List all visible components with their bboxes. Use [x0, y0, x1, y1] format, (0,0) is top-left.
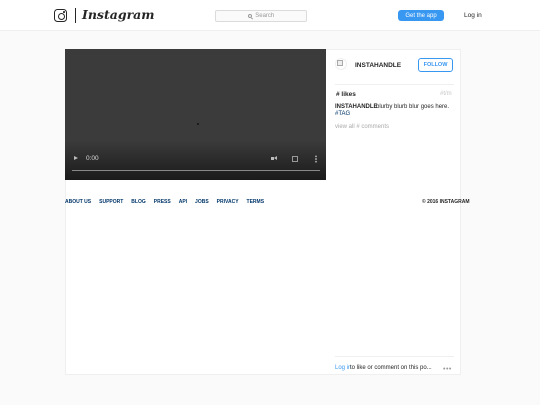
- likes-count[interactable]: # likes: [336, 90, 356, 99]
- play-icon[interactable]: [74, 156, 78, 160]
- login-to-comment-link[interactable]: Log in: [335, 364, 351, 373]
- footer-link-press[interactable]: PRESS: [154, 199, 171, 206]
- footer-nav: ABOUT US SUPPORT BLOG PRESS API JOBS PRI…: [65, 199, 264, 206]
- login-to-comment-text: to like or comment on this po...: [350, 365, 432, 371]
- login-link[interactable]: Log in: [464, 11, 482, 20]
- loading-spinner-icon: [197, 123, 199, 125]
- instagram-wordmark[interactable]: Instagram: [82, 7, 155, 23]
- volume-icon[interactable]: [271, 156, 277, 160]
- fullscreen-icon[interactable]: [292, 156, 298, 162]
- instagram-camera-icon[interactable]: [54, 9, 67, 22]
- footer-link-jobs[interactable]: JOBS: [195, 199, 209, 206]
- more-options-icon[interactable]: •••: [443, 366, 452, 373]
- follow-button[interactable]: FOLLOW: [418, 58, 453, 72]
- footer-link-terms[interactable]: TERMS: [247, 199, 265, 206]
- view-all-comments-link[interactable]: view all # comments: [335, 123, 389, 132]
- footer-link-blog[interactable]: BLOG: [131, 199, 145, 206]
- search-icon: [247, 13, 253, 19]
- video-controls-overlay: [65, 140, 326, 180]
- caption-text: blurby blurb blur goes here.: [376, 104, 450, 110]
- footer-link-about-us[interactable]: ABOUT US: [65, 199, 91, 206]
- post-username[interactable]: INSTAHANDLE: [355, 61, 401, 70]
- footer-link-privacy[interactable]: PRIVACY: [217, 199, 239, 206]
- brand-divider: [75, 8, 76, 23]
- post-timestamp[interactable]: #t/m: [440, 90, 452, 99]
- footer-link-support[interactable]: SUPPORT: [99, 199, 123, 206]
- search-placeholder: Search: [255, 13, 275, 19]
- hashtag-link[interactable]: #TAG: [335, 110, 350, 119]
- avatar[interactable]: [335, 58, 347, 70]
- post-header-divider: [335, 84, 454, 85]
- video-progress-bar[interactable]: [72, 170, 320, 171]
- search-input[interactable]: Search: [215, 10, 307, 22]
- copyright-notice: © 2016 INSTAGRAM: [422, 199, 470, 205]
- video-options-icon[interactable]: [315, 155, 317, 163]
- post-footer-divider: [335, 356, 454, 357]
- video-current-time: 0:00: [86, 155, 99, 162]
- footer-link-api[interactable]: API: [179, 199, 187, 206]
- get-the-app-button[interactable]: Get the app: [398, 10, 444, 21]
